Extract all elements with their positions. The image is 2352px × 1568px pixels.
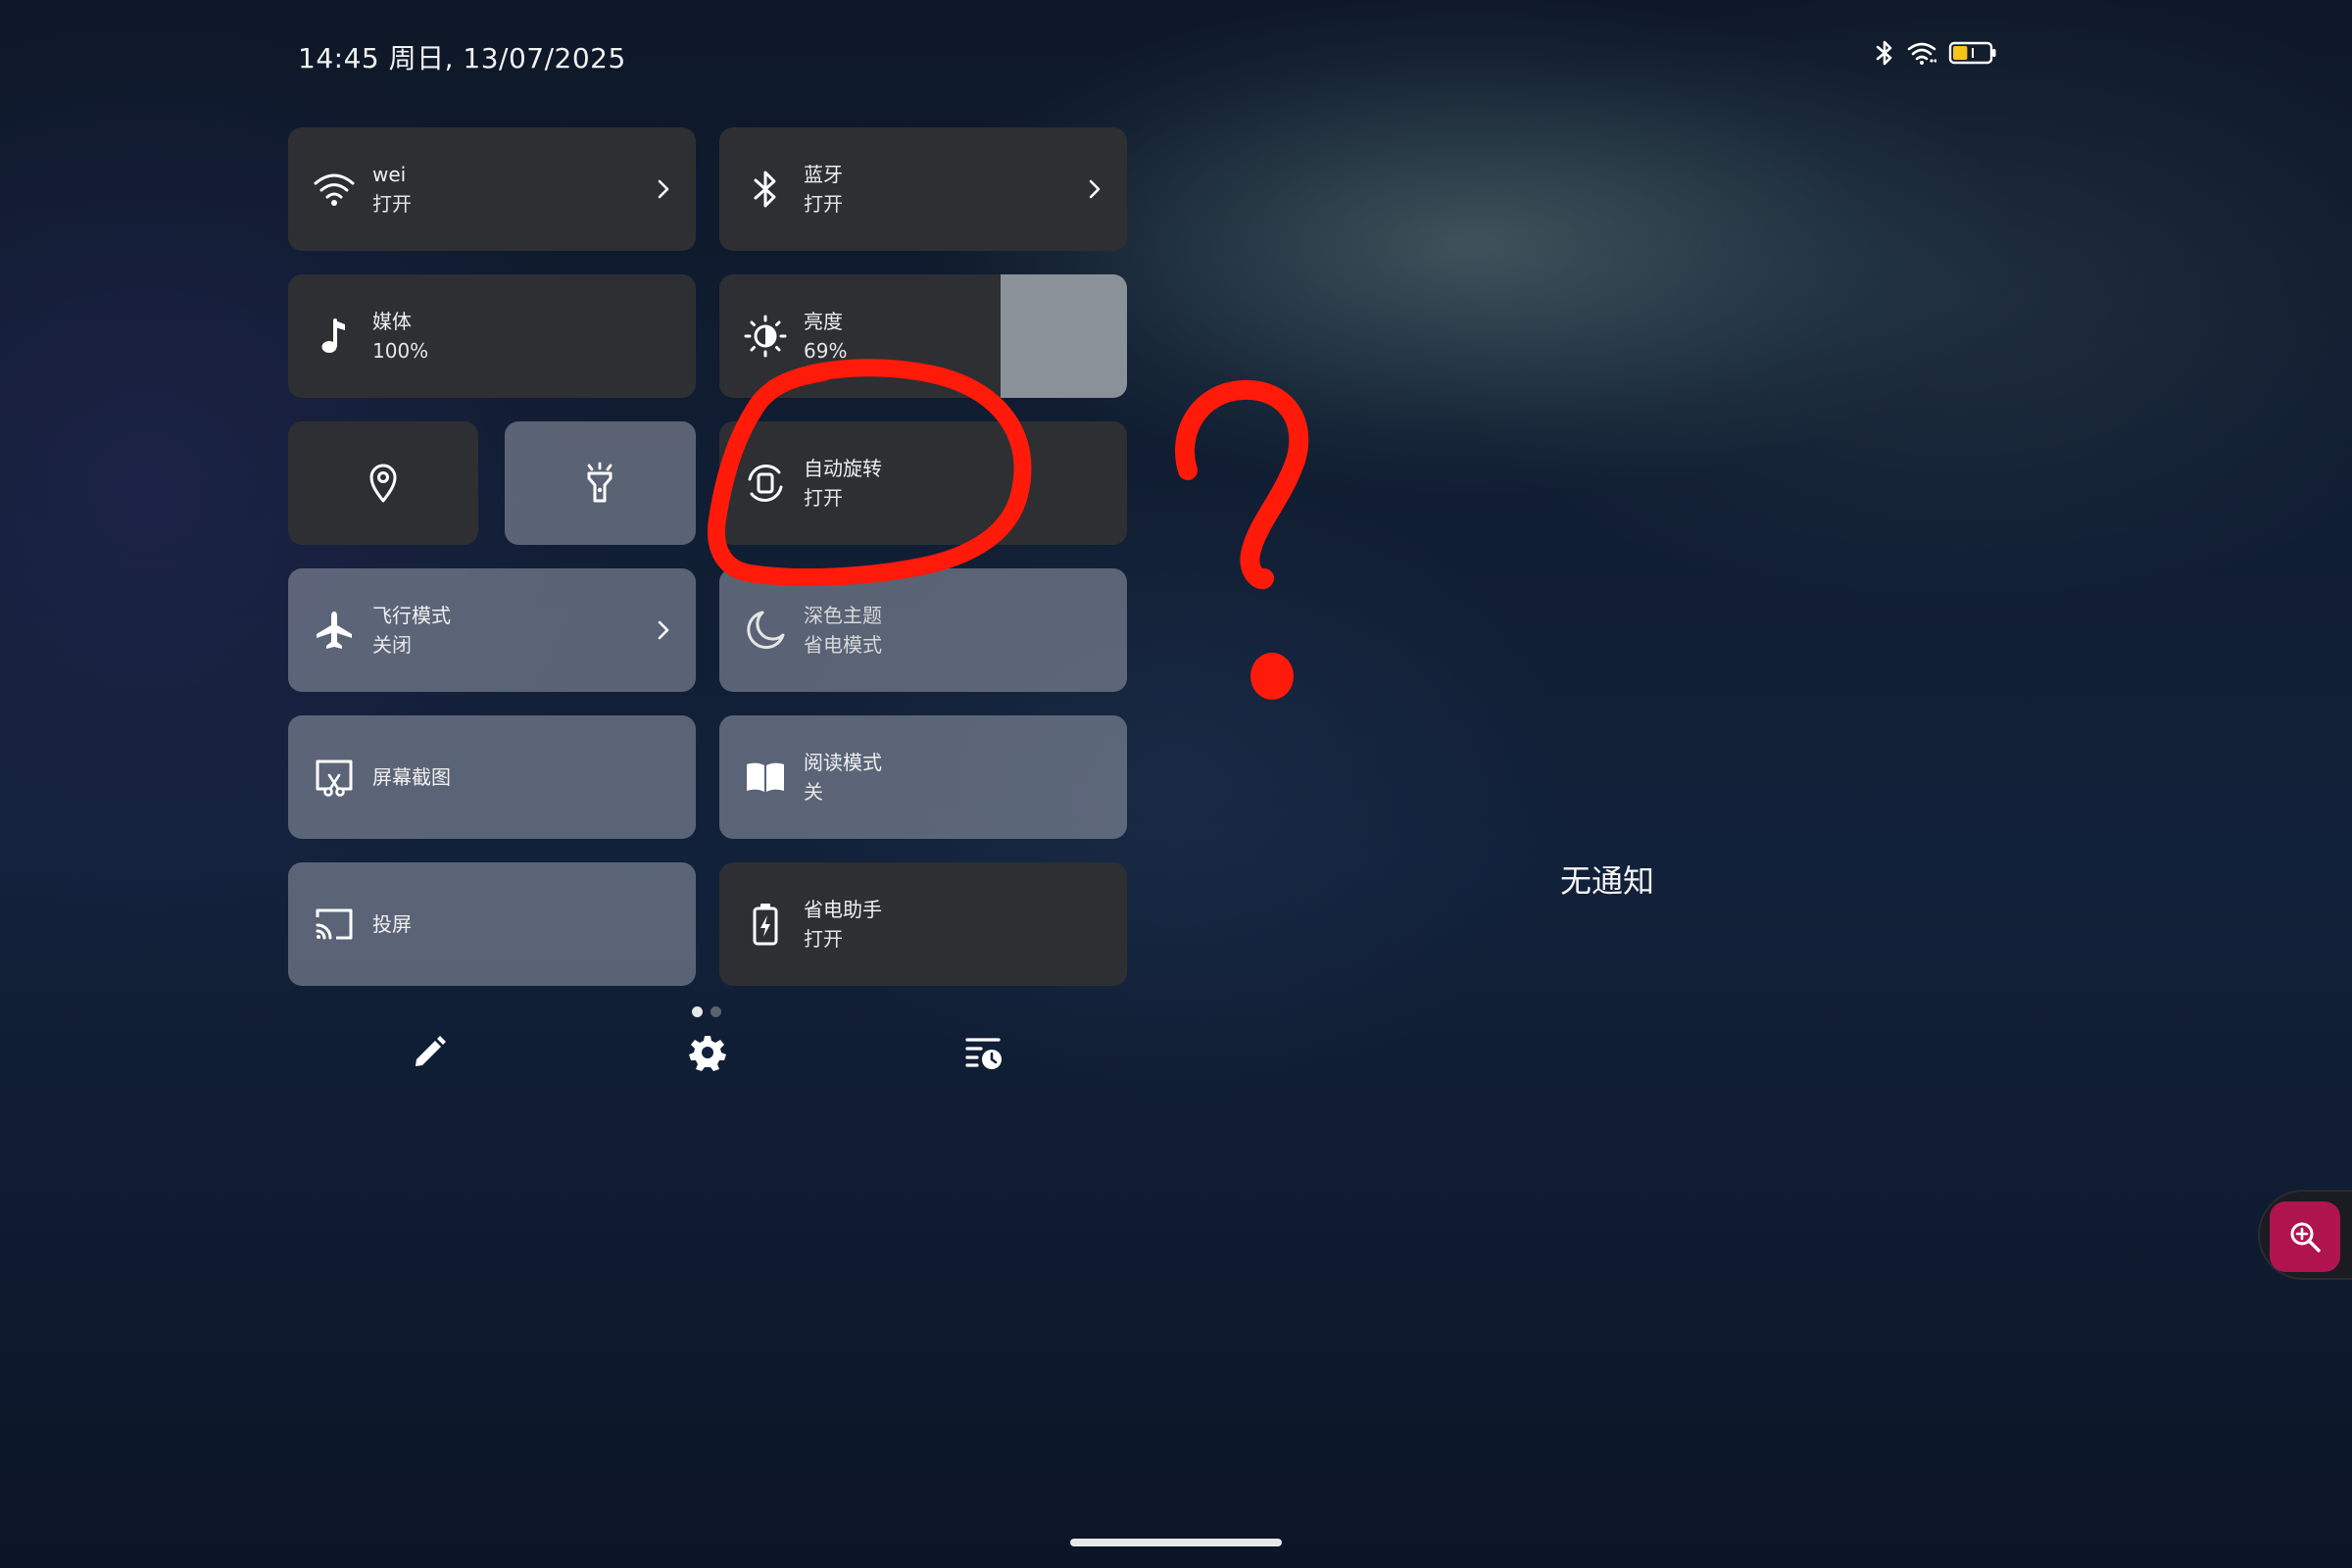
- screenshot-icon: [312, 755, 357, 800]
- battery-saver-title: 省电助手: [804, 898, 882, 921]
- screenshot-title: 屏幕截图: [372, 765, 451, 789]
- bluetooth-icon: [1876, 40, 1892, 66]
- tile-cast[interactable]: 投屏: [288, 862, 696, 986]
- chevron-right-icon[interactable]: [651, 176, 676, 202]
- chevron-right-icon[interactable]: [651, 617, 676, 643]
- music-note-icon: [312, 314, 357, 359]
- page-dot-2[interactable]: [710, 1006, 721, 1017]
- wifi-icon: [312, 167, 357, 212]
- airplane-title: 飞行模式: [372, 604, 451, 627]
- settings-button[interactable]: [686, 1031, 729, 1074]
- bluetooth-title: 蓝牙: [804, 163, 843, 186]
- dark-theme-title: 深色主题: [804, 604, 882, 627]
- brightness-title: 亮度: [804, 310, 843, 333]
- annotation-question-mark: [1175, 379, 1309, 590]
- wifi-network-name: wei: [372, 163, 407, 186]
- airplane-icon: [312, 608, 357, 653]
- media-title: 媒体: [372, 310, 412, 333]
- brightness-value: 69%: [804, 339, 848, 363]
- tile-dark-theme[interactable]: 深色主题 省电模式: [719, 568, 1127, 692]
- zoom-in-icon: [2290, 1222, 2321, 1252]
- auto-rotate-icon: [743, 461, 788, 506]
- tile-media-volume[interactable]: 媒体 100%: [288, 274, 696, 398]
- tile-screenshot[interactable]: 屏幕截图: [288, 715, 696, 839]
- notification-history-icon: [965, 1038, 1002, 1069]
- edit-pencil-icon: [416, 1036, 446, 1066]
- tile-brightness[interactable]: 亮度 69%: [719, 274, 1127, 398]
- wifi-icon: [1907, 42, 1936, 65]
- page-dot-1[interactable]: [692, 1006, 703, 1017]
- cast-title: 投屏: [372, 912, 412, 936]
- settings-gear-icon: [689, 1036, 726, 1071]
- status-icons: [1874, 39, 1997, 67]
- media-volume-value: 100%: [372, 339, 429, 363]
- no-notifications-text: 无通知: [1560, 862, 1655, 900]
- tile-auto-rotate[interactable]: 自动旋转 打开: [719, 421, 1127, 545]
- tile-flashlight[interactable]: [505, 421, 696, 545]
- wifi-state: 打开: [372, 192, 412, 216]
- brightness-icon: [743, 314, 788, 359]
- floating-zoom-handle: [2258, 1190, 2352, 1280]
- annotation-question-dot: [1250, 653, 1294, 700]
- zoom-in-button[interactable]: [2270, 1201, 2340, 1272]
- auto-rotate-state: 打开: [804, 486, 843, 510]
- status-datetime: 14:45 周日, 13/07/2025: [298, 42, 626, 74]
- bluetooth-icon: [743, 167, 788, 212]
- tile-location[interactable]: [288, 421, 478, 545]
- chevron-right-icon[interactable]: [1082, 176, 1107, 202]
- cast-icon: [312, 902, 357, 947]
- tile-battery-saver[interactable]: 省电助手 打开: [719, 862, 1127, 986]
- battery-saver-state: 打开: [804, 927, 843, 951]
- reading-mode-state: 关: [804, 780, 823, 804]
- location-pin-icon: [361, 461, 406, 506]
- tile-wifi[interactable]: wei 打开: [288, 127, 696, 251]
- edit-tiles-button[interactable]: [408, 1031, 451, 1074]
- reading-mode-title: 阅读模式: [804, 751, 882, 774]
- battery-saver-icon: [743, 902, 788, 947]
- brightness-slider-track[interactable]: [1001, 274, 1127, 398]
- moon-icon: [743, 608, 788, 653]
- tile-airplane-mode[interactable]: 飞行模式 关闭: [288, 568, 696, 692]
- home-gesture-bar[interactable]: [1070, 1539, 1282, 1546]
- book-icon: [743, 755, 788, 800]
- page-indicator: [692, 1006, 721, 1017]
- tile-bluetooth[interactable]: 蓝牙 打开: [719, 127, 1127, 251]
- airplane-state: 关闭: [372, 633, 412, 657]
- notification-history-button[interactable]: [962, 1031, 1005, 1074]
- auto-rotate-title: 自动旋转: [804, 457, 882, 480]
- flashlight-icon: [577, 461, 622, 506]
- bluetooth-state: 打开: [804, 192, 843, 216]
- dark-theme-state: 省电模式: [804, 633, 882, 657]
- battery-icon: [1948, 41, 1996, 65]
- tile-reading-mode[interactable]: 阅读模式 关: [719, 715, 1127, 839]
